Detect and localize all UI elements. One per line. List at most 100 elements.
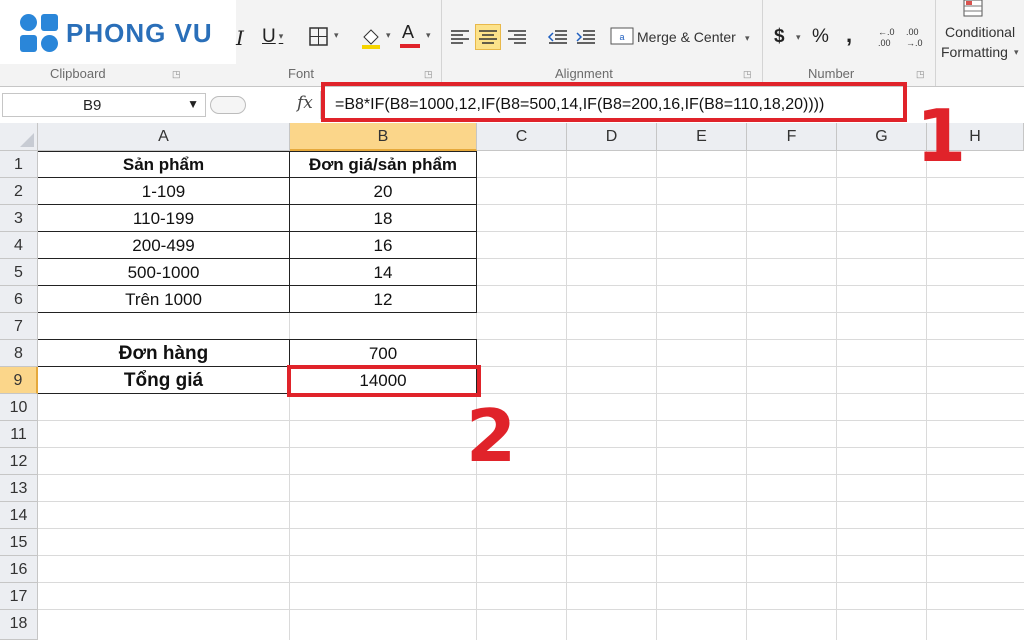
comma-style-button[interactable]: , [846, 22, 852, 48]
row-header[interactable]: 12 [0, 448, 38, 475]
ribbon-separator [441, 0, 442, 86]
row-header[interactable]: 15 [0, 529, 38, 556]
conditional-formatting-icon [962, 0, 986, 18]
cell-b8[interactable]: 700 [290, 340, 476, 367]
cell-a2[interactable]: 1-109 [38, 178, 289, 205]
table-border [476, 151, 477, 313]
column-header-b[interactable]: B [290, 123, 477, 151]
column-header-g[interactable]: G [837, 123, 927, 151]
annotation-number-1: 1 [916, 94, 967, 178]
row-header[interactable]: 9 [0, 367, 38, 394]
percent-button[interactable]: % [812, 26, 829, 48]
cell-b4[interactable]: 16 [290, 232, 476, 259]
row-header[interactable]: 11 [0, 421, 38, 448]
gridline [566, 151, 567, 640]
cell-a5[interactable]: 500-1000 [38, 259, 289, 286]
row-header[interactable]: 4 [0, 232, 38, 259]
gridline [926, 151, 927, 640]
align-center-button[interactable] [475, 24, 501, 50]
svg-text:.00: .00 [906, 27, 919, 37]
row-header[interactable]: 17 [0, 583, 38, 610]
gridline [38, 420, 1024, 421]
ribbon-separator [762, 0, 763, 86]
merge-center-button[interactable]: Merge & Center [637, 29, 736, 45]
select-all-button[interactable] [0, 123, 38, 151]
conditional-formatting-button[interactable]: Conditional [945, 24, 1015, 40]
formula-bar-resize-handle[interactable] [210, 96, 246, 114]
cell-a3[interactable]: 110-199 [38, 205, 289, 232]
cell-b2[interactable]: 20 [290, 178, 476, 205]
decrease-indent-button[interactable] [545, 24, 571, 50]
increase-decimal-button[interactable]: ←.0.00 [876, 24, 902, 50]
cell-b5[interactable]: 14 [290, 259, 476, 286]
name-box-value: B9 [83, 97, 102, 114]
paint-bucket-icon [362, 29, 380, 49]
row-header[interactable]: 10 [0, 394, 38, 421]
clipboard-launcher-icon[interactable]: ◳ [172, 69, 181, 80]
row-header[interactable]: 13 [0, 475, 38, 502]
align-left-button[interactable] [447, 24, 473, 50]
cell-a9[interactable]: Tổng giá [38, 367, 289, 394]
group-label-clipboard: Clipboard [50, 66, 106, 81]
font-color-glyph: A [402, 22, 415, 42]
cell-a1[interactable]: Sản phẩm [38, 151, 289, 178]
row-header[interactable]: 8 [0, 340, 38, 367]
ribbon: PHONG VU I U ▾ ▾ A ▾ a Merge & Center ▾ … [0, 0, 1024, 87]
merge-center-icon: a [610, 26, 634, 46]
fill-color-button[interactable] [358, 24, 384, 50]
group-label-number: Number [808, 66, 855, 81]
row-header[interactable]: 3 [0, 205, 38, 232]
row-header[interactable]: 14 [0, 502, 38, 529]
column-header-a[interactable]: A [38, 123, 290, 151]
name-box[interactable]: B9 ▼ [2, 93, 206, 117]
font-color-dropdown-icon[interactable]: ▾ [426, 30, 431, 41]
align-right-button[interactable] [504, 24, 530, 50]
conditional-formatting-dropdown-icon[interactable]: ▾ [1014, 47, 1019, 58]
insert-function-icon[interactable]: fx [297, 93, 313, 113]
cell-a6[interactable]: Trên 1000 [38, 286, 289, 313]
column-header-f[interactable]: F [747, 123, 837, 151]
conditional-formatting-label[interactable]: Formatting [941, 44, 1008, 60]
column-header-e[interactable]: E [657, 123, 747, 151]
svg-text:→.0: →.0 [906, 38, 923, 48]
group-label-font: Font [288, 66, 315, 81]
cell-a4[interactable]: 200-499 [38, 232, 289, 259]
cell-b3[interactable]: 18 [290, 205, 476, 232]
currency-button[interactable]: $ [774, 26, 785, 48]
font-launcher-icon[interactable]: ◳ [424, 69, 433, 80]
font-color-button[interactable]: A [398, 22, 424, 48]
row-header[interactable]: 7 [0, 313, 38, 340]
decrease-decimal-button[interactable]: .00 →.0 [904, 24, 930, 50]
row-header[interactable]: 2 [0, 178, 38, 205]
increase-indent-icon [576, 30, 595, 44]
result-highlight-box [287, 365, 481, 397]
increase-indent-button[interactable] [573, 24, 599, 50]
cell-b6[interactable]: 12 [290, 286, 476, 313]
decrease-indent-icon [547, 30, 567, 44]
name-box-dropdown-icon[interactable]: ▼ [187, 97, 199, 111]
gridline [38, 609, 1024, 610]
alignment-launcher-icon[interactable]: ◳ [743, 69, 752, 80]
column-header-d[interactable]: D [567, 123, 657, 151]
cell-a8[interactable]: Đơn hàng [38, 340, 289, 367]
borders-dropdown-icon[interactable]: ▾ [334, 30, 339, 41]
underline-button[interactable]: U [262, 26, 283, 48]
fill-color-dropdown-icon[interactable]: ▾ [386, 30, 391, 41]
italic-button[interactable]: I [236, 26, 244, 50]
merge-center-dropdown-icon[interactable]: ▾ [745, 33, 750, 44]
svg-text:←.0: ←.0 [878, 27, 895, 37]
row-header[interactable]: 6 [0, 286, 38, 313]
align-right-icon [508, 30, 526, 44]
row-header[interactable]: 18 [0, 610, 38, 640]
column-header-c[interactable]: C [477, 123, 567, 151]
spreadsheet-grid: A B C D E F G H 1 2 3 4 5 6 7 8 9 10 11 … [0, 123, 1024, 640]
row-header[interactable]: 16 [0, 556, 38, 583]
cell-b1[interactable]: Đơn giá/sản phẩm [290, 151, 476, 178]
borders-button[interactable] [306, 24, 332, 50]
formula-highlight-box [321, 82, 907, 122]
number-launcher-icon[interactable]: ◳ [916, 69, 925, 80]
currency-dropdown-icon[interactable]: ▾ [796, 32, 801, 43]
row-header[interactable]: 5 [0, 259, 38, 286]
increase-decimal-icon: ←.0.00 [878, 27, 895, 48]
row-header[interactable]: 1 [0, 151, 38, 178]
